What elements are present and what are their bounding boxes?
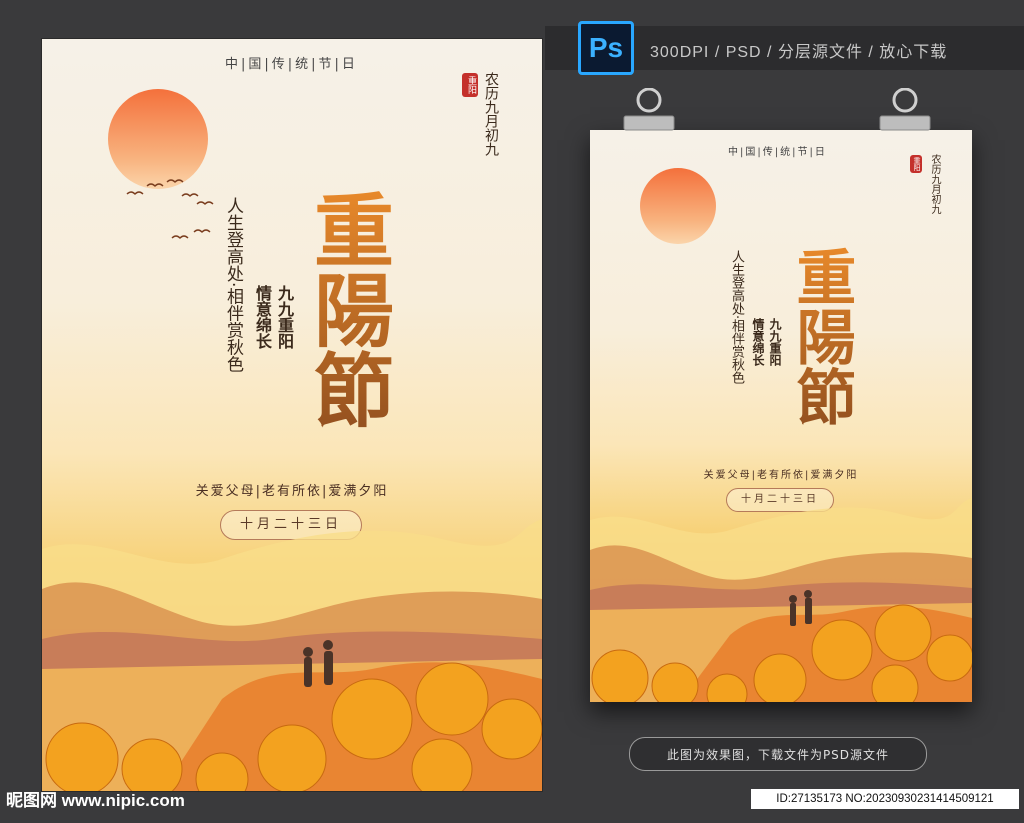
poster-header: 中|国|传|统|节|日 [225, 57, 358, 72]
landscape-graphic [42, 519, 542, 791]
binder-clip-icon [623, 88, 675, 131]
slogan-right-vertical: 九九重阳 [275, 285, 294, 349]
slogan-left-vertical-small: 人生登高处·相伴赏秋色 [729, 250, 744, 385]
sun-graphic-small [640, 168, 716, 244]
photoshop-icon: Ps [578, 21, 634, 75]
poster-small: 中|国|传|统|节|日 重阳 农历九月初九 人生登高处·相伴赏秋色 情意绵长 九… [590, 130, 972, 702]
seal-stamp: 重阳 [462, 73, 478, 97]
tagline: 关爱父母|老有所依|爱满夕阳 [195, 484, 389, 499]
binder-clip-icon [879, 88, 931, 131]
lunar-date-vertical-small: 农历九月初九 [929, 154, 940, 214]
tagline-small: 关爱父母|老有所依|爱满夕阳 [703, 470, 859, 481]
caption-pill: 此图为效果图，下载文件为PSD源文件 [629, 737, 927, 771]
site-watermark: 昵图网 www.nipic.com [6, 791, 185, 810]
image-id-label: ID:27135173 NO:20230930231414509121 [751, 789, 1019, 809]
seal-stamp-small: 重阳 [910, 155, 922, 173]
title-chongyang: 重陽節 [301, 189, 395, 459]
title-chongyang-small: 重陽節 [786, 246, 856, 446]
slogan-mid-vertical-small: 情意绵长 [751, 318, 765, 366]
slogan-left-vertical: 人生登高处·相伴赏秋色 [223, 197, 243, 373]
poster-header-small: 中|国|传|统|节|日 [728, 147, 827, 158]
landscape-graphic-small [590, 498, 972, 702]
poster-large: 中|国|传|统|节|日 重阳 农历九月初九 人生登高处·相伴赏秋色 情意绵长 九… [42, 39, 542, 791]
banner-text: 300DPI / PSD / 分层源文件 / 放心下载 [650, 44, 948, 61]
slogan-mid-vertical: 情意绵长 [253, 285, 272, 349]
slogan-right-vertical-small: 九九重阳 [768, 318, 782, 366]
lunar-date-vertical: 农历九月初九 [483, 72, 499, 156]
